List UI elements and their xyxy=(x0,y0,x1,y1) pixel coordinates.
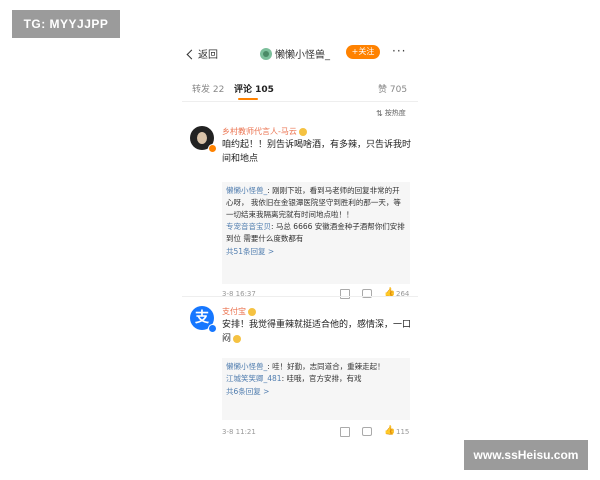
share-icon[interactable] xyxy=(340,427,350,437)
reply-box[interactable]: 懒懒小怪兽_: 哇！好勤，志同道合，重辣走起！ 江城笑笑卿_481: 哇哦，官方… xyxy=(222,358,410,420)
more-replies-link[interactable]: 共6条回复 > xyxy=(226,386,406,398)
like-icon[interactable]: 👍 xyxy=(384,426,395,436)
reply-icon[interactable] xyxy=(362,427,372,436)
reply-username: 江城笑笑卿_481 xyxy=(226,374,282,383)
more-options-icon[interactable]: ··· xyxy=(392,44,406,58)
comment-meta: 3-8 11:21 👍 115 xyxy=(222,426,412,440)
emoji-icon xyxy=(248,307,256,316)
active-tab-indicator xyxy=(238,98,258,100)
comment-text: 咱约起！！别告诉喝啥酒，有多辣，只告诉我时间和地点 xyxy=(222,140,412,164)
reply-item: 专宠音音宝贝: 马总 6666 安徽酒金种子酒帮你们安排到位 需要什么度数都有 xyxy=(226,222,405,243)
share-icon[interactable] xyxy=(340,289,350,299)
avatar xyxy=(260,47,272,60)
divider xyxy=(182,296,418,297)
sort-icon: ⇅ xyxy=(376,108,383,118)
nav-username: 懒懒小怪兽_ xyxy=(275,50,330,61)
more-replies-link[interactable]: 共51条回复 > xyxy=(226,246,406,258)
emoji-icon xyxy=(233,334,242,343)
emoji-icon xyxy=(298,127,307,136)
sort-button[interactable]: ⇅ 按热度 xyxy=(376,108,406,118)
back-button[interactable]: 返回 xyxy=(186,46,218,61)
nav-user[interactable]: 懒懒小怪兽_ xyxy=(260,46,330,61)
reply-username: 懒懒小怪兽_ xyxy=(226,186,268,195)
verified-badge-icon xyxy=(208,324,217,333)
tab-like[interactable]: 赞 705 xyxy=(378,82,407,95)
watermark-top-left: TG: MYYJJPP xyxy=(12,10,120,38)
back-label: 返回 xyxy=(198,50,218,61)
reply-username: 懒懒小怪兽_ xyxy=(226,362,268,371)
divider xyxy=(182,101,418,102)
tab-bar: 转发 22 评论 105 赞 705 xyxy=(182,78,418,100)
comment-text: 安排！我觉得重辣就挺适合他的，感情深，一口闷 xyxy=(222,320,412,344)
reply-item: 懒懒小怪兽_: 刚刚下班，看到马老师的回复非常的开心呀， 我依旧在金银潭医院坚守… xyxy=(226,186,401,219)
reply-box[interactable]: 懒懒小怪兽_: 刚刚下班，看到马老师的回复非常的开心呀， 我依旧在金银潭医院坚守… xyxy=(222,182,410,284)
weibo-comment-page: 返回 懒懒小怪兽_ +关注 ··· 转发 22 评论 105 赞 705 ⇅ 按… xyxy=(182,38,418,442)
tab-repost[interactable]: 转发 22 xyxy=(192,82,224,95)
follow-button[interactable]: +关注 xyxy=(346,45,380,59)
reply-username: 专宠音音宝贝 xyxy=(226,222,271,231)
like-count: 115 xyxy=(396,428,410,436)
verified-badge-icon xyxy=(208,144,217,153)
navigation-bar: 返回 懒懒小怪兽_ +关注 ··· xyxy=(182,38,418,68)
reply-item: 懒懒小怪兽_: 哇！好勤，志同道合，重辣走起！ xyxy=(226,362,385,371)
comment-time: 3-8 11:21 xyxy=(222,428,256,436)
watermark-bottom-right: www.ssHeisu.com xyxy=(464,440,588,470)
comment-username[interactable]: 乡村教师代言人-马云 xyxy=(222,126,307,137)
comment-username[interactable]: 支付宝 xyxy=(222,306,256,317)
reply-item: 江城笑笑卿_481: 哇哦，官方安排，有戏 xyxy=(226,374,362,383)
chevron-left-icon xyxy=(186,49,197,59)
tab-comment[interactable]: 评论 105 xyxy=(234,82,274,95)
sort-label: 按热度 xyxy=(384,109,406,117)
